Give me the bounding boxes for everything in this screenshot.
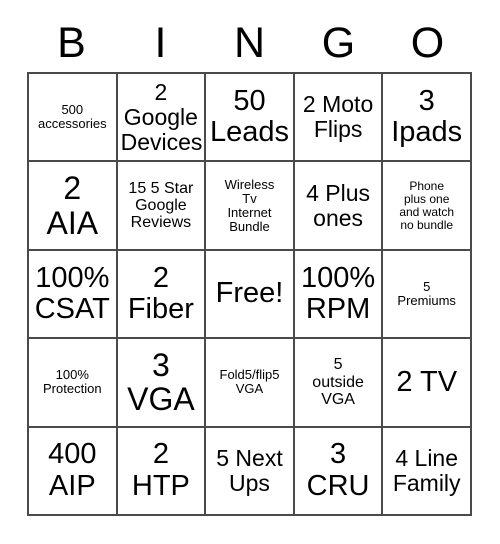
bingo-cell-label: 2 HTP [131,438,190,502]
bingo-cell-r1c3[interactable]: 50 Leads [206,74,295,163]
bingo-cell-r3c5[interactable]: 5 Premiums [383,250,472,340]
bingo-header-letter-g: G [321,18,356,67]
bingo-cell-label: 5 Next Ups [216,444,283,496]
bingo-card: B I N G O 500 accessories 2 Google Devices 50 … [0,0,500,544]
bingo-header-letter-b: B [57,18,86,67]
bingo-cell-r1c1[interactable]: 500 accessories [29,74,118,163]
bingo-cell-r3c2[interactable]: 2 Fiber [117,250,207,340]
bingo-cell-r1c4[interactable]: 2 Moto Flips [294,74,384,163]
bingo-cell-label: 3 Ipads [391,84,463,149]
bingo-header-letter-n: N [233,18,266,67]
bingo-cell-r2c4[interactable]: 4 Plus ones [294,162,384,251]
bingo-cell-label: Fold5/flip5 VGA [219,367,280,397]
bingo-cell-r3c3[interactable]: Free! [206,250,295,340]
bingo-cell-label: 100% RPM [301,261,376,325]
bingo-header-row: BINGO [27,14,472,72]
bingo-cell-r5c5[interactable]: 4 Line Family [383,427,472,516]
bingo-cell-label: 400 AIP [48,438,97,502]
bingo-cell-label: 2 AIA [46,170,99,241]
bingo-cell-label: 15 5 Star Google Reviews [128,179,194,232]
bingo-cell-r3c4[interactable]: 100% RPM [294,250,384,340]
bingo-cell-label: 4 Plus ones [306,179,371,231]
bingo-header-letter-i: I [154,18,167,67]
bingo-cell-r1c5[interactable]: 3 Ipads [383,74,472,163]
bingo-cell-label: 100% Protection [43,367,102,397]
bingo-cell-label: 500 accessories [37,102,107,132]
bingo-cell-r4c1[interactable]: 100% Protection [29,339,118,428]
bingo-cell-label: 2 TV [396,365,458,398]
bingo-cell-r5c1[interactable]: 400 AIP [29,427,118,516]
bingo-cell-r2c5[interactable]: Phone plus one and watch no bundle [383,162,472,251]
bingo-cell-r2c3[interactable]: Wireless Tv Internet Bundle [206,162,295,251]
bingo-cell-label: 3 VGA [127,346,195,418]
bingo-cell-label: 5 Premiums [397,278,456,308]
bingo-cell-label: 50 Leads [209,84,289,149]
bingo-cell-r5c3[interactable]: 5 Next Ups [206,427,295,516]
bingo-cell-r4c5[interactable]: 2 TV [383,339,472,428]
bingo-cell-label: 4 Line Family [392,444,461,496]
bingo-cell-label: Wireless Tv Internet Bundle [224,176,275,234]
bingo-cell-label: Free! [215,277,284,310]
bingo-cell-label: Phone plus one and watch no bundle [399,178,455,232]
bingo-cell-label: 3 CRU [306,438,370,502]
bingo-cell-r5c2[interactable]: 2 HTP [117,427,207,516]
bingo-cell-r2c2[interactable]: 15 5 Star Google Reviews [117,162,207,251]
bingo-cell-r5c4[interactable]: 3 CRU [294,427,384,516]
bingo-cell-label: 2 Moto Flips [302,91,374,143]
bingo-cell-r4c2[interactable]: 3 VGA [117,339,207,428]
bingo-cell-r3c1[interactable]: 100% CSAT [29,250,118,340]
bingo-cell-label: 2 Google Devices [120,78,203,155]
bingo-cell-label: 100% CSAT [34,261,110,325]
bingo-cell-label: 2 Fiber [127,261,194,325]
bingo-grid: 500 accessories 2 Google Devices 50 Leads 2… [27,72,472,516]
bingo-cell-r4c3[interactable]: Fold5/flip5 VGA [206,339,295,428]
bingo-header-letter-o: O [410,18,445,67]
bingo-cell-label: 5 outside VGA [312,356,364,409]
bingo-cell-r1c2[interactable]: 2 Google Devices [117,74,207,163]
bingo-cell-r2c1[interactable]: 2 AIA [29,162,118,251]
bingo-cell-r4c4[interactable]: 5 outside VGA [294,339,384,428]
